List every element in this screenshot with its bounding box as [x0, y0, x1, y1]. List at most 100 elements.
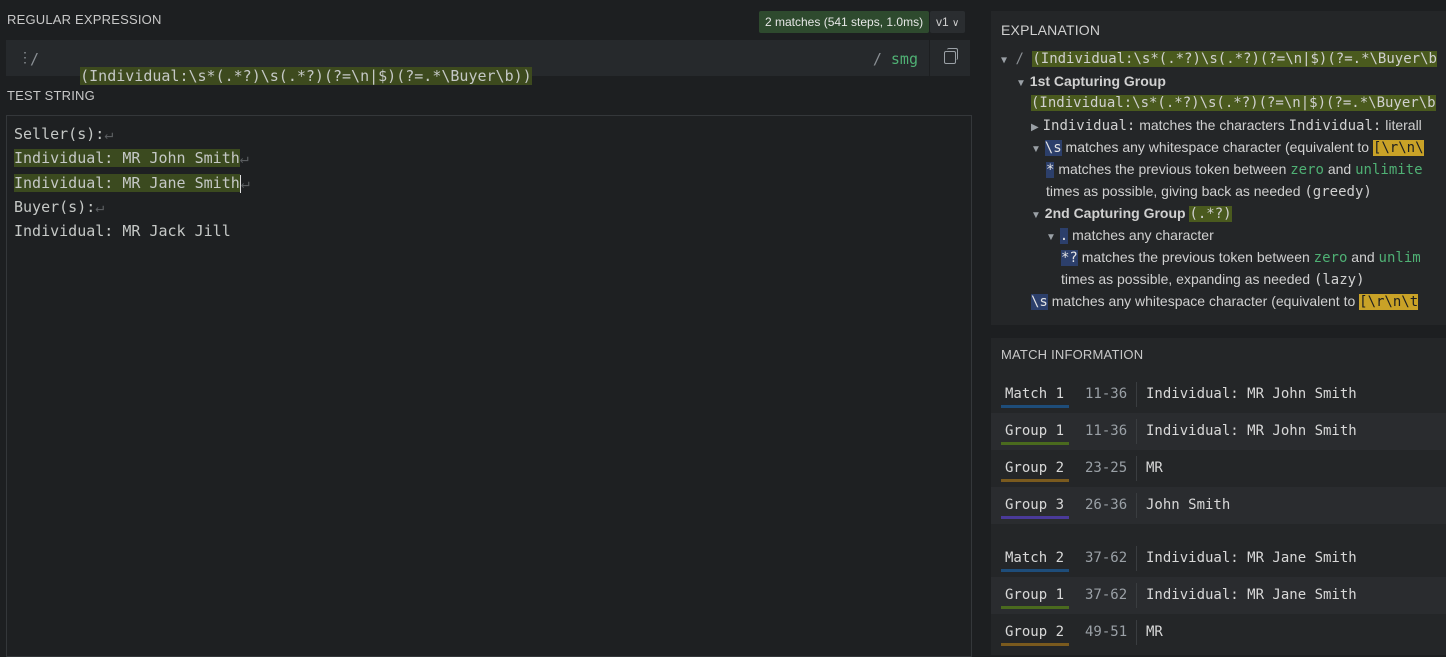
match-info-value: MR [1146, 624, 1163, 640]
and-text: and [1327, 161, 1352, 177]
greedy-token: (greedy) [1304, 184, 1372, 200]
triangle-down-icon[interactable]: ▼ [1031, 210, 1041, 221]
regex-pattern-text: (Individual:\s*(.*?)\s(.*?)(?=\n|$)(?=.*… [80, 67, 532, 85]
chevron-down-icon: ∨ [952, 18, 960, 29]
copy-icon-front [944, 51, 956, 64]
match-info-range: 37-62 [1085, 550, 1128, 566]
match-info-value: Individual: MR John Smith [1146, 386, 1357, 402]
match-info-label: Group 1 [1005, 587, 1065, 603]
group1-node[interactable]: ▼ 1st Capturing Group [1016, 73, 1166, 89]
star-desc: matches the previous token between [1058, 161, 1287, 177]
group2-node[interactable]: ▼ 2nd Capturing Group (.*?) [1031, 205, 1232, 222]
individual-token: Individual: [1042, 118, 1136, 134]
triangle-down-icon[interactable]: ▼ [1046, 232, 1056, 243]
dot-token: . [1059, 228, 1069, 244]
lazy-star-token: *? [1061, 250, 1078, 266]
triangle-right-icon[interactable]: ▶ [1031, 122, 1039, 133]
match-info-value: John Smith [1146, 497, 1231, 513]
match-info-label: Match 1 [1005, 386, 1065, 402]
regex-flags[interactable]: / smg [873, 50, 918, 68]
group2-token: (.*?) [1189, 206, 1232, 222]
match-info-divider [1136, 620, 1137, 645]
individual-desc: matches the characters [1139, 117, 1285, 133]
match-2-text: Individual: MR Jane Smith [14, 174, 240, 192]
match-info-row[interactable]: Group 2 23-25 MR [991, 450, 1446, 487]
individual-node[interactable]: ▶ Individual: matches the characters Ind… [1031, 117, 1422, 134]
match-info-row[interactable]: Group 1 37-62 Individual: MR Jane Smith [991, 577, 1446, 614]
triangle-down-icon[interactable]: ▼ [1031, 144, 1041, 155]
group1-title: 1st Capturing Group [1029, 73, 1166, 89]
regex-input-bar[interactable]: ⋮ / (Individual:\s*(.*?)\s(.*?)(?=\n|$)(… [6, 40, 970, 85]
star-node: * matches the previous token between zer… [1046, 161, 1423, 178]
match-info-row[interactable]: Group 1 11-36 Individual: MR John Smith [991, 413, 1446, 450]
newline-marker: ↵ [104, 125, 114, 143]
group1-pattern-text: (Individual:\s*(.*?)\s(.*?)(?=\n|$)(?=.*… [1031, 95, 1436, 111]
ws2-desc: matches any whitespace character (equiva… [1051, 293, 1356, 309]
ws-desc: matches any whitespace character (equiva… [1065, 139, 1370, 155]
match-info-row[interactable]: Match 1 11-36 Individual: MR John Smith [991, 376, 1446, 413]
match-info-divider [1136, 546, 1137, 571]
test-line-1: Seller(s):↵ [14, 123, 113, 145]
match-info-row[interactable]: Group 2 49-51 MR [991, 614, 1446, 651]
match-info-color-bar [1001, 569, 1069, 572]
match-info-divider [1136, 382, 1137, 407]
match-info-range: 37-62 [1085, 587, 1128, 603]
individual-tail: literall [1385, 117, 1422, 133]
match-info-color-bar [1001, 606, 1069, 609]
triangle-down-icon[interactable]: ▼ [1016, 78, 1026, 89]
match-info-panel: MATCH INFORMATION Match 1 11-36 Individual… [991, 338, 1446, 655]
lazy-desc: times as possible, expanding as needed [1061, 271, 1311, 287]
copy-button[interactable] [929, 40, 970, 76]
triangle-down-icon[interactable]: ▼ [1001, 55, 1007, 66]
test-string-editor[interactable]: Seller(s):↵ Individual: MR John Smith↵ I… [6, 115, 972, 657]
match-info-row[interactable]: Match 2 37-62 Individual: MR Jane Smith [991, 540, 1446, 577]
match-info-range: 49-51 [1085, 624, 1128, 640]
whitespace-node[interactable]: ▼ \s matches any whitespace character (e… [1031, 139, 1424, 156]
group1-pattern: (Individual:\s*(.*?)\s(.*?)(?=\n|$)(?=.*… [1031, 95, 1436, 111]
test-line-3: Individual: MR Jane Smith↵ [14, 172, 250, 194]
explanation-root-pattern: (Individual:\s*(.*?)\s(.*?)(?=\n|$)(?=.*… [1032, 51, 1437, 67]
test-string-title: TEST STRING [7, 88, 95, 103]
match-info-divider [1136, 456, 1137, 481]
newline-marker: ↵ [239, 149, 249, 167]
dot-desc: matches any character [1072, 227, 1214, 243]
test-line-text: Seller(s): [14, 125, 105, 143]
match-info-range: 11-36 [1085, 423, 1128, 439]
regex-close-delimiter: / [872, 50, 882, 68]
ws2-class-token: [\r\n\t [1359, 294, 1419, 310]
match-info-color-bar [1001, 442, 1069, 445]
match-info-color-bar [1001, 516, 1069, 519]
match-info-range: 23-25 [1085, 460, 1128, 476]
test-line-4: Buyer(s):↵ [14, 196, 104, 218]
match-info-color-bar [1001, 479, 1069, 482]
match-info-value: MR [1146, 460, 1163, 476]
regex-section-title: REGULAR EXPRESSION [7, 12, 162, 27]
match-info-value: Individual: MR Jane Smith [1146, 550, 1357, 566]
match-info-divider [1136, 583, 1137, 608]
test-line-text: Buyer(s): [14, 198, 96, 216]
dot-node[interactable]: ▼ . matches any character [1046, 227, 1214, 244]
match-info-divider [1136, 493, 1137, 518]
match-info-label: Match 2 [1005, 550, 1065, 566]
match-info-row[interactable]: Group 3 26-36 John Smith [991, 487, 1446, 524]
match-1-text: Individual: MR John Smith [14, 149, 240, 167]
greedy-desc: times as possible, giving back as needed [1046, 183, 1301, 199]
regex-open-delimiter: / [30, 50, 40, 68]
match-info-label: Group 2 [1005, 460, 1065, 476]
match-info-value: Individual: MR Jane Smith [1146, 587, 1357, 603]
match-info-color-bar [1001, 405, 1069, 408]
match-count-badge: 2 matches (541 steps, 1.0ms) [759, 11, 930, 33]
star-token: * [1046, 162, 1055, 178]
group2-title: 2nd Capturing Group [1044, 205, 1186, 221]
explanation-panel: EXPLANATION ▼ / (Individual:\s*(.*?)\s(.… [991, 11, 1446, 325]
ws-class-token: [\r\n\ [1372, 140, 1424, 156]
match-info-range: 26-36 [1085, 497, 1128, 513]
explanation-root[interactable]: ▼ / (Individual:\s*(.*?)\s(.*?)(?=\n|$)(… [1001, 51, 1437, 67]
unlimited-token: unlimite [1355, 162, 1423, 178]
zero-token: zero [1290, 162, 1324, 178]
match-info-value: Individual: MR John Smith [1146, 423, 1357, 439]
match-info-range: 11-36 [1085, 386, 1128, 402]
match-info-label: Group 1 [1005, 423, 1065, 439]
regex-pattern-input[interactable]: (Individual:\s*(.*?)\s(.*?)(?=\n|$)(?=.*… [44, 49, 532, 103]
version-select[interactable]: v1 ∨ [930, 11, 966, 33]
